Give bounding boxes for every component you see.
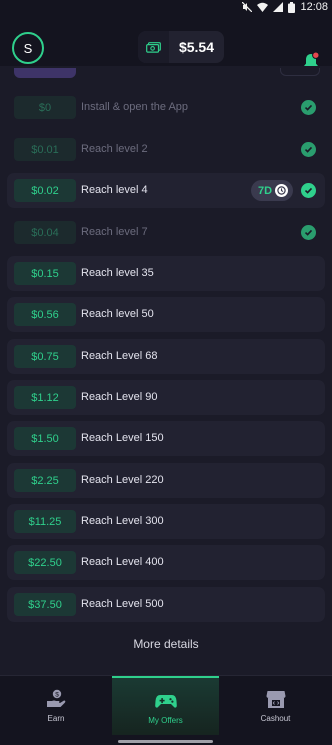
- balance-display[interactable]: $5.54: [138, 31, 224, 63]
- hand-coin-icon: $: [45, 689, 67, 709]
- offer-label: Reach level 35: [81, 267, 154, 279]
- offer-row[interactable]: $0.75 Reach Level 68: [7, 339, 325, 374]
- check-icon: [301, 100, 316, 115]
- offer-label: Reach level 7: [81, 226, 148, 238]
- offer-row[interactable]: $0.04 Reach level 7: [7, 215, 325, 250]
- signal-icon: [273, 2, 284, 12]
- avatar[interactable]: S: [12, 32, 44, 64]
- status-time: 12:08: [300, 1, 328, 13]
- reward-pill: $0.01: [14, 138, 76, 161]
- time-limit-badge: 7D: [251, 180, 293, 201]
- tab-label: My Offers: [148, 716, 183, 725]
- offer-label: Reach Level 500: [81, 598, 164, 610]
- reward-pill: $1.50: [14, 427, 76, 450]
- offer-row-current[interactable]: $0.02 Reach level 4 7D: [7, 173, 325, 208]
- bottom-nav: $ Earn My Offers Cashout: [0, 675, 332, 736]
- reward-pill: $2.25: [14, 469, 76, 492]
- reward-pill: $0.75: [14, 345, 76, 368]
- svg-text:$: $: [55, 692, 59, 699]
- time-limit-text: 7D: [258, 184, 273, 197]
- cash-icon: [138, 31, 169, 63]
- mute-icon: [242, 2, 253, 12]
- home-indicator[interactable]: [118, 740, 213, 743]
- offer-steps-list[interactable]: $0 Install & open the App $0.01 Reach le…: [0, 66, 332, 675]
- offer-label: Reach Level 220: [81, 474, 164, 486]
- check-icon: [301, 225, 316, 240]
- more-details-link[interactable]: More details: [0, 637, 332, 651]
- offer-label: Reach level 50: [81, 308, 154, 320]
- reward-pill: $0.02: [14, 179, 76, 202]
- reward-pill: $11.25: [14, 510, 76, 533]
- offer-label: Reach Level 150: [81, 432, 164, 444]
- battery-icon: [288, 1, 296, 13]
- offer-label: Reach Level 300: [81, 515, 164, 527]
- check-icon: [301, 183, 316, 198]
- reward-pill: $0: [14, 96, 76, 119]
- reward-pill: $37.50: [14, 593, 76, 616]
- app-header: S $5.54: [0, 14, 332, 69]
- offer-label: Reach Level 68: [81, 350, 158, 362]
- check-icon: [301, 142, 316, 157]
- reward-pill: $1.12: [14, 386, 76, 409]
- reward-pill: $0.56: [14, 303, 76, 326]
- reward-pill: $0.15: [14, 262, 76, 285]
- status-bar: 12:08: [0, 0, 332, 14]
- offer-row[interactable]: $2.25 Reach Level 220: [7, 463, 325, 498]
- offer-row[interactable]: $0.01 Reach level 2: [7, 132, 325, 167]
- partial-row-decoration: [280, 68, 320, 76]
- offer-label: Reach level 2: [81, 143, 148, 155]
- offer-row[interactable]: $1.50 Reach Level 150: [7, 421, 325, 456]
- offer-row[interactable]: $37.50 Reach Level 500: [7, 587, 325, 622]
- tab-label: Cashout: [260, 714, 291, 723]
- reward-pill: $22.50: [14, 551, 76, 574]
- avatar-letter: S: [23, 40, 33, 56]
- offer-row[interactable]: $22.50 Reach Level 400: [7, 545, 325, 580]
- tab-my-offers[interactable]: My Offers: [112, 676, 219, 736]
- offer-label: Install & open the App: [81, 101, 189, 113]
- wifi-icon: [257, 2, 269, 12]
- tab-cashout[interactable]: Cashout: [219, 676, 332, 736]
- store-icon: [265, 689, 287, 709]
- balance-amount: $5.54: [178, 39, 215, 55]
- offer-row[interactable]: $11.25 Reach Level 300: [7, 504, 325, 539]
- tab-label: Earn: [47, 714, 65, 723]
- clock-icon: [275, 184, 289, 197]
- offer-row[interactable]: $0.56 Reach level 50: [7, 297, 325, 332]
- offer-row[interactable]: $1.12 Reach Level 90: [7, 380, 325, 415]
- gamepad-icon: [154, 691, 177, 711]
- system-home-bar: [0, 735, 332, 745]
- partial-row-decoration: [14, 68, 76, 78]
- offer-label: Reach Level 400: [81, 556, 164, 568]
- offer-label: Reach level 4: [81, 184, 148, 196]
- tab-earn[interactable]: $ Earn: [0, 676, 112, 736]
- offer-row[interactable]: $0.15 Reach level 35: [7, 256, 325, 291]
- offer-label: Reach Level 90: [81, 391, 158, 403]
- offer-row[interactable]: $0 Install & open the App: [7, 90, 325, 125]
- reward-pill: $0.04: [14, 221, 76, 244]
